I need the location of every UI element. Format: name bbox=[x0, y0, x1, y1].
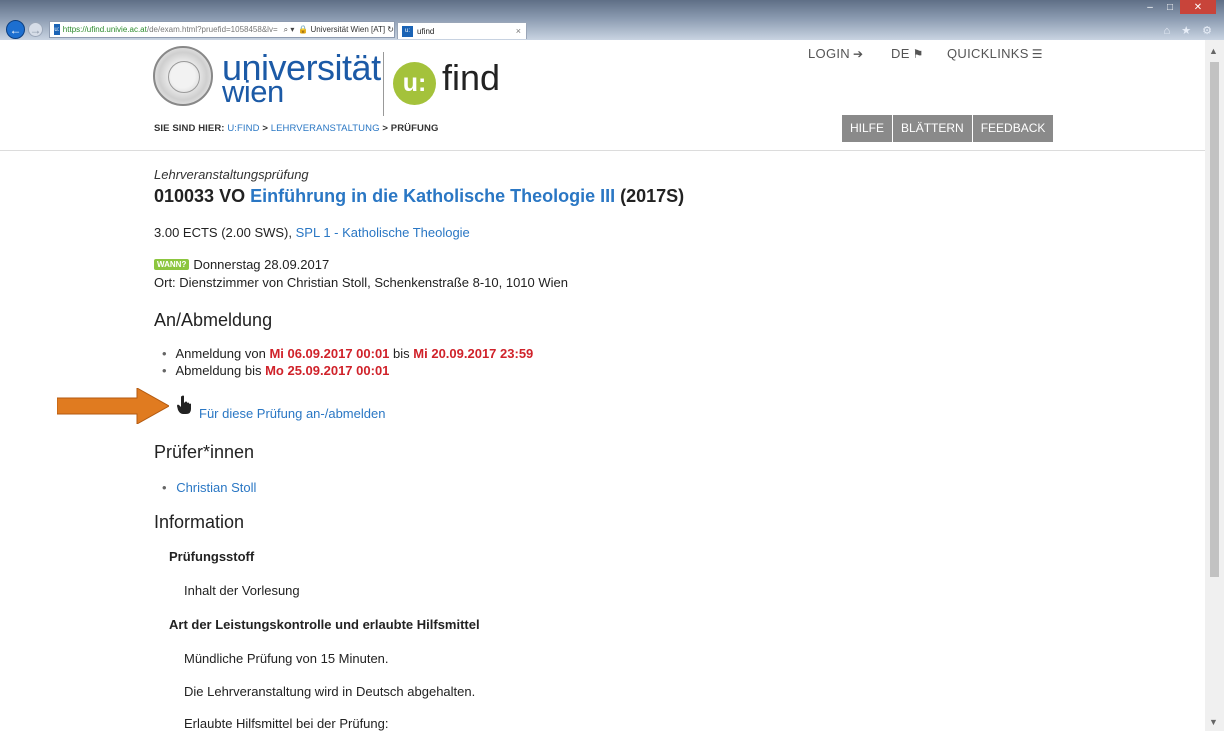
tab-title: ufind bbox=[417, 26, 435, 36]
ects-line: 3.00 ECTS (2.00 SWS), SPL 1 - Katholisch… bbox=[154, 225, 470, 240]
breadcrumb-lehrveranstaltung[interactable]: LEHRVERANSTALTUNG bbox=[271, 123, 380, 134]
forward-button[interactable]: → bbox=[28, 22, 43, 37]
breadcrumb-ufind[interactable]: U:FIND bbox=[227, 123, 259, 134]
examiners-heading: Prüfer*innen bbox=[154, 442, 255, 462]
quicklinks-label: QUICKLINKS bbox=[947, 46, 1029, 61]
address-bar[interactable]: u: https://ufind.univie.ac.at/de/exam.ht… bbox=[49, 21, 395, 38]
examiner-link[interactable]: Christian Stoll bbox=[176, 480, 256, 495]
wann-badge[interactable]: WANN? bbox=[154, 259, 190, 270]
exam-date: Donnerstag 28.09.2017 bbox=[193, 257, 330, 272]
university-seal-logo[interactable] bbox=[153, 46, 213, 106]
scroll-down-icon[interactable]: ▼ bbox=[1209, 717, 1218, 727]
anmeldung-to: Mi 20.09.2017 23:59 bbox=[413, 346, 534, 361]
registration-heading: An/Abmeldung bbox=[154, 310, 273, 330]
back-button[interactable]: ← bbox=[6, 20, 25, 39]
ects-text: 3.00 ECTS (2.00 SWS), bbox=[154, 225, 292, 240]
art-text-1: Mündliche Prüfung von 15 Minuten. bbox=[184, 651, 389, 666]
breadcrumb: SIE SIND HIER: U:FIND > LEHRVERANSTALTUN… bbox=[154, 123, 438, 134]
browser-chrome: ← → u: https://ufind.univie.ac.at/de/exa… bbox=[0, 0, 1224, 40]
information-heading: Information bbox=[154, 512, 245, 532]
course-semester: (2017S) bbox=[620, 186, 685, 206]
tab-close-icon[interactable]: × bbox=[516, 26, 521, 36]
url-host: https://ufind.univie.ac.at bbox=[62, 25, 147, 34]
menu-icon: ☰ bbox=[1031, 47, 1043, 61]
help-button[interactable]: HILFE bbox=[842, 115, 894, 142]
anmeldung-from: Mi 06.09.2017 00:01 bbox=[269, 346, 390, 361]
ufind-logo-text[interactable]: find bbox=[442, 60, 500, 96]
ufind-logo-badge[interactable]: u: bbox=[393, 62, 436, 105]
art-text-2: Die Lehrveranstaltung wird in Deutsch ab… bbox=[184, 684, 476, 699]
login-icon: ➔ bbox=[852, 47, 864, 61]
login-label: LOGIN bbox=[808, 46, 850, 61]
breadcrumb-prefix: SIE SIND HIER: bbox=[154, 123, 225, 134]
scrollbar-thumb[interactable] bbox=[1210, 62, 1219, 577]
language-link[interactable]: DE ⚑ bbox=[891, 46, 924, 61]
site-favicon-icon: u: bbox=[54, 24, 60, 35]
register-link[interactable]: Für diese Prüfung an-/abmelden bbox=[199, 406, 385, 421]
header-divider bbox=[0, 150, 1205, 151]
language-label: DE bbox=[891, 46, 910, 61]
vertical-scrollbar[interactable]: ▲ ▼ bbox=[1205, 40, 1224, 731]
site-identity[interactable]: 🔒 Universität Wien [AT] ↻ bbox=[298, 25, 394, 34]
url-path: /de/exam.html?pruefid=1058458&lv= bbox=[146, 25, 278, 34]
course-name-link[interactable]: Einführung in die Katholische Theologie … bbox=[250, 186, 615, 206]
window-close-button[interactable]: ✕ bbox=[1180, 0, 1216, 14]
art-text-3: Erlaubte Hilfsmittel bei der Prüfung: bbox=[184, 716, 389, 731]
minimize-button[interactable]: – bbox=[1140, 0, 1160, 14]
tab-favicon-icon: u: bbox=[402, 25, 413, 37]
course-title: 010033 VO Einführung in die Katholische … bbox=[154, 186, 684, 207]
abmeldung-prefix: Abmeldung bis bbox=[175, 363, 262, 378]
address-controls-icon[interactable]: ⌕ ▾ bbox=[284, 25, 295, 35]
pruefungsstoff-heading: Prüfungsstoff bbox=[169, 549, 255, 564]
flag-icon: ⚑ bbox=[912, 47, 924, 61]
art-heading: Art der Leistungskontrolle und erlaubte … bbox=[169, 617, 480, 632]
course-code: 010033 VO bbox=[154, 186, 246, 206]
maximize-button[interactable]: □ bbox=[1160, 0, 1180, 14]
program-link[interactable]: SPL 1 - Katholische Theologie bbox=[296, 225, 470, 240]
pointing-hand-icon bbox=[177, 395, 191, 414]
exam-location: Ort: Dienstzimmer von Christian Stoll, S… bbox=[154, 275, 569, 290]
breadcrumb-separator: > bbox=[262, 123, 268, 134]
orange-arrow-icon bbox=[57, 388, 169, 424]
anmeldung-mid: bis bbox=[393, 346, 410, 361]
abmeldung-item: Abmeldung bis Mo 25.09.2017 00:01 bbox=[162, 363, 389, 378]
browser-tab[interactable]: u: ufind × bbox=[397, 22, 527, 39]
header-button-group: HILFE BLÄTTERN FEEDBACK bbox=[842, 115, 1055, 142]
anmeldung-prefix: Anmeldung von bbox=[175, 346, 266, 361]
login-link[interactable]: LOGIN ➔ bbox=[808, 46, 863, 61]
exam-date-line: WANN? Donnerstag 28.09.2017 bbox=[154, 257, 329, 272]
breadcrumb-separator: > bbox=[382, 123, 389, 134]
anmeldung-item: Anmeldung von Mi 06.09.2017 00:01 bis Mi… bbox=[162, 346, 533, 361]
breadcrumb-current: PRÜFUNG bbox=[390, 123, 439, 134]
window-controls: – □ ✕ bbox=[1140, 0, 1216, 14]
abmeldung-to: Mo 25.09.2017 00:01 bbox=[265, 363, 390, 378]
feedback-button[interactable]: FEEDBACK bbox=[972, 115, 1055, 142]
quicklinks-link[interactable]: QUICKLINKS ☰ bbox=[947, 46, 1043, 61]
exam-type-label: Lehrveranstaltungsprüfung bbox=[154, 167, 309, 182]
examiner-item: Christian Stoll bbox=[162, 480, 256, 495]
pruefungsstoff-text: Inhalt der Vorlesung bbox=[184, 583, 300, 598]
browse-button[interactable]: BLÄTTERN bbox=[893, 115, 973, 142]
browser-tool-icons[interactable]: ⌂ ★ ⚙ bbox=[1164, 24, 1216, 37]
logo-wien[interactable]: wien bbox=[222, 76, 284, 107]
logo-divider bbox=[383, 52, 384, 116]
scroll-up-icon[interactable]: ▲ bbox=[1209, 46, 1218, 56]
